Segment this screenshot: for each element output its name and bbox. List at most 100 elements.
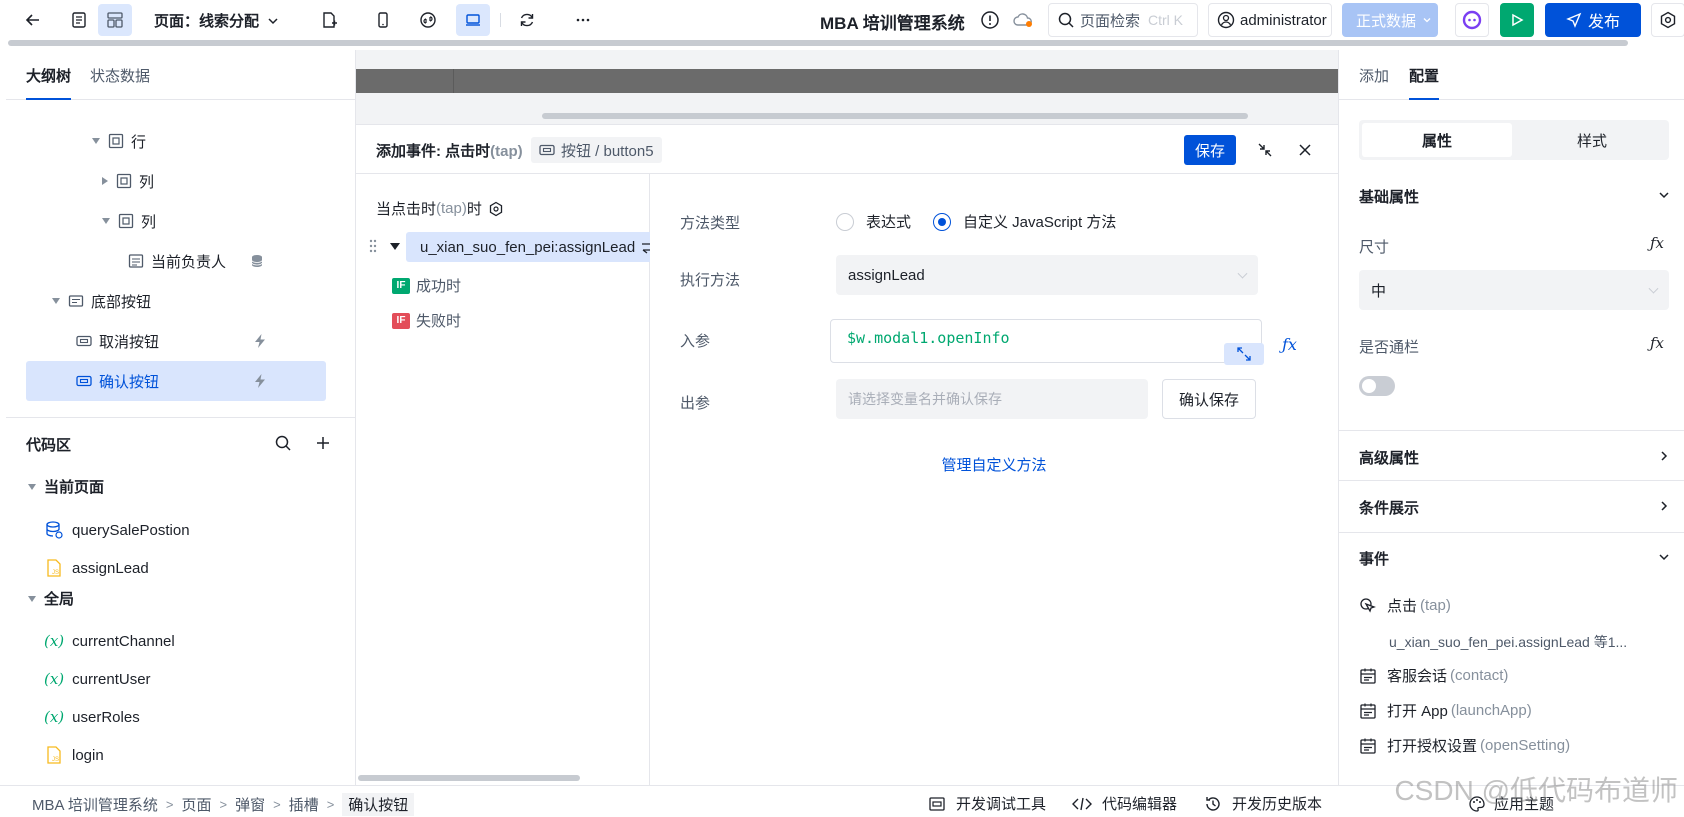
fail-branch[interactable]: IF 失败时 xyxy=(392,310,461,331)
success-branch[interactable]: IF 成功时 xyxy=(392,275,461,296)
breadcrumb-item[interactable]: 插槽 xyxy=(289,794,319,815)
info-icon[interactable] xyxy=(980,10,1000,30)
cloud-sync-icon[interactable] xyxy=(1012,11,1034,29)
full-width-toggle[interactable] xyxy=(1359,376,1395,396)
event-contact[interactable]: 客服会话 (contact) xyxy=(1359,665,1508,686)
more-icon[interactable] xyxy=(566,4,600,36)
tab-outline-tree[interactable]: 大纲树 xyxy=(26,65,71,86)
code-item-query[interactable]: querySalePostion xyxy=(44,515,190,545)
close-icon[interactable] xyxy=(1296,141,1314,159)
page-search-input[interactable]: 页面检索 Ctrl K xyxy=(1048,3,1198,37)
breadcrumb-item[interactable]: 页面 xyxy=(181,794,211,815)
confirm-save-button[interactable]: 确认保存 xyxy=(1162,379,1256,419)
code-item-assign-lead[interactable]: JS assignLead xyxy=(44,553,149,583)
refresh-icon[interactable] xyxy=(510,4,544,36)
settings-hex-icon[interactable] xyxy=(488,201,504,217)
event-launch-app[interactable]: 打开 App (launchApp) xyxy=(1359,700,1532,721)
expand-editor-icon[interactable] xyxy=(1224,343,1264,365)
chevron-down-icon[interactable] xyxy=(1657,188,1671,202)
code-group-current-page[interactable]: 当前页面 xyxy=(28,476,104,497)
basic-props-title[interactable]: 基础属性 xyxy=(1359,186,1419,207)
ai-assistant-icon[interactable] xyxy=(1455,3,1489,37)
publish-button[interactable]: 发布 xyxy=(1545,3,1641,37)
add-page-icon[interactable] xyxy=(312,4,346,36)
chevron-right-icon[interactable] xyxy=(1657,499,1671,513)
history-button[interactable]: 开发历史版本 xyxy=(1204,793,1322,814)
expand-caret-icon[interactable] xyxy=(28,595,36,602)
layout-icon[interactable] xyxy=(98,4,132,36)
event-open-setting[interactable]: 打开授权设置 (openSetting) xyxy=(1359,735,1570,756)
canvas-scrollbar[interactable] xyxy=(542,113,1248,119)
seg-properties[interactable]: 属性 xyxy=(1362,123,1512,157)
tree-node-bottom-buttons[interactable]: 底部按钮 xyxy=(52,281,151,321)
tree-node-cancel-button[interactable]: 取消按钮 xyxy=(76,321,276,361)
mobile-view-icon[interactable] xyxy=(366,4,400,36)
variable-icon: (x) xyxy=(44,632,65,650)
desktop-view-icon[interactable] xyxy=(456,4,490,36)
back-arrow-icon[interactable] xyxy=(16,4,50,36)
chevron-down-icon[interactable] xyxy=(1657,550,1671,564)
tree-scrollbar[interactable] xyxy=(358,775,580,781)
seg-styles[interactable]: 样式 xyxy=(1517,123,1667,157)
code-editor-button[interactable]: 代码编辑器 xyxy=(1072,793,1177,814)
collapse-caret-icon[interactable] xyxy=(102,177,108,185)
breadcrumb-item[interactable]: MBA 培训管理系统 xyxy=(32,794,158,815)
top-scrollbar[interactable] xyxy=(8,40,1628,46)
collapse-icon[interactable] xyxy=(1256,141,1274,159)
expand-caret-icon[interactable] xyxy=(28,483,36,490)
tree-node-col[interactable]: 列 xyxy=(102,201,156,241)
code-item-variable[interactable]: (x) currentUser xyxy=(44,664,151,694)
mini-program-icon[interactable] xyxy=(411,4,445,36)
advanced-props-title[interactable]: 高级属性 xyxy=(1359,447,1419,468)
action-node[interactable]: u_xian_suo_fen_pei:assignLead xyxy=(406,232,650,262)
event-tap[interactable]: 点击 (tap) xyxy=(1359,595,1451,616)
tree-node-current-owner[interactable]: 当前负责人 xyxy=(128,241,276,281)
expand-caret-icon[interactable] xyxy=(390,243,400,250)
tree-node-col[interactable]: 列 xyxy=(102,161,154,201)
code-item-variable[interactable]: (x) userRoles xyxy=(44,702,140,732)
tab-config[interactable]: 配置 xyxy=(1409,65,1439,86)
expand-caret-icon[interactable] xyxy=(102,218,110,224)
code-item-variable[interactable]: (x) currentChannel xyxy=(44,626,175,656)
trigger-suffix: 时 xyxy=(466,201,482,218)
breadcrumb-current[interactable]: 确认按钮 xyxy=(342,793,415,816)
radio-unchecked-icon[interactable] xyxy=(836,212,854,231)
formula-fx-icon[interactable]: ƒx xyxy=(1650,234,1664,252)
tab-add[interactable]: 添加 xyxy=(1359,65,1389,86)
add-icon[interactable] xyxy=(314,434,332,452)
tree-node-confirm-button[interactable]: 确认按钮 xyxy=(76,361,276,401)
preview-play-button[interactable] xyxy=(1500,3,1534,37)
switch-icon[interactable] xyxy=(641,240,650,254)
expand-caret-icon[interactable] xyxy=(52,298,60,304)
settings-icon[interactable] xyxy=(1651,3,1684,37)
formula-fx-icon[interactable]: ƒx xyxy=(1650,334,1664,352)
debug-tools-button[interactable]: 开发调试工具 xyxy=(928,793,1046,814)
code-item-login[interactable]: JS login xyxy=(44,740,104,770)
events-title[interactable]: 事件 xyxy=(1359,548,1389,569)
page-selector[interactable]: 页面： 线索分配 xyxy=(154,10,279,31)
expand-caret-icon[interactable] xyxy=(92,138,100,144)
tab-state-data[interactable]: 状态数据 xyxy=(90,65,150,86)
size-select[interactable]: 中 xyxy=(1359,270,1669,310)
manage-methods-link[interactable]: 管理自定义方法 xyxy=(650,454,1338,475)
radio-expression[interactable]: 表达式 xyxy=(836,211,911,232)
breadcrumb-item[interactable]: 弹窗 xyxy=(235,794,265,815)
output-param-select[interactable]: 请选择变量名并确认保存 xyxy=(836,379,1148,419)
left-panel: 大纲树 状态数据 行 列 列 当前负责人 底部按钮 取消按钮 确认按钮 代码区 … xyxy=(6,50,356,785)
event-tap-action[interactable]: u_xian_suo_fen_pei.assignLead 等1... xyxy=(1389,632,1627,652)
conditional-display-title[interactable]: 条件展示 xyxy=(1359,497,1419,518)
drag-handle-icon[interactable] xyxy=(368,238,378,254)
code-group-global[interactable]: 全局 xyxy=(28,588,74,609)
page-list-icon[interactable] xyxy=(62,4,96,36)
radio-custom-js[interactable]: 自定义 JavaScript 方法 xyxy=(933,211,1116,232)
formula-fx-icon[interactable]: ƒx xyxy=(1282,335,1297,354)
env-selector[interactable]: 正式数据 xyxy=(1342,3,1438,37)
radio-checked-icon[interactable] xyxy=(933,212,951,231)
save-button[interactable]: 保存 xyxy=(1184,135,1236,165)
exec-method-select[interactable]: assignLead xyxy=(836,255,1258,295)
input-param-editor[interactable]: $w.modal1.openInfo xyxy=(830,319,1262,363)
chevron-right-icon[interactable] xyxy=(1657,449,1671,463)
tree-node-row[interactable]: 行 xyxy=(92,121,146,161)
search-icon[interactable] xyxy=(274,434,292,452)
user-menu[interactable]: administrator xyxy=(1208,3,1332,37)
